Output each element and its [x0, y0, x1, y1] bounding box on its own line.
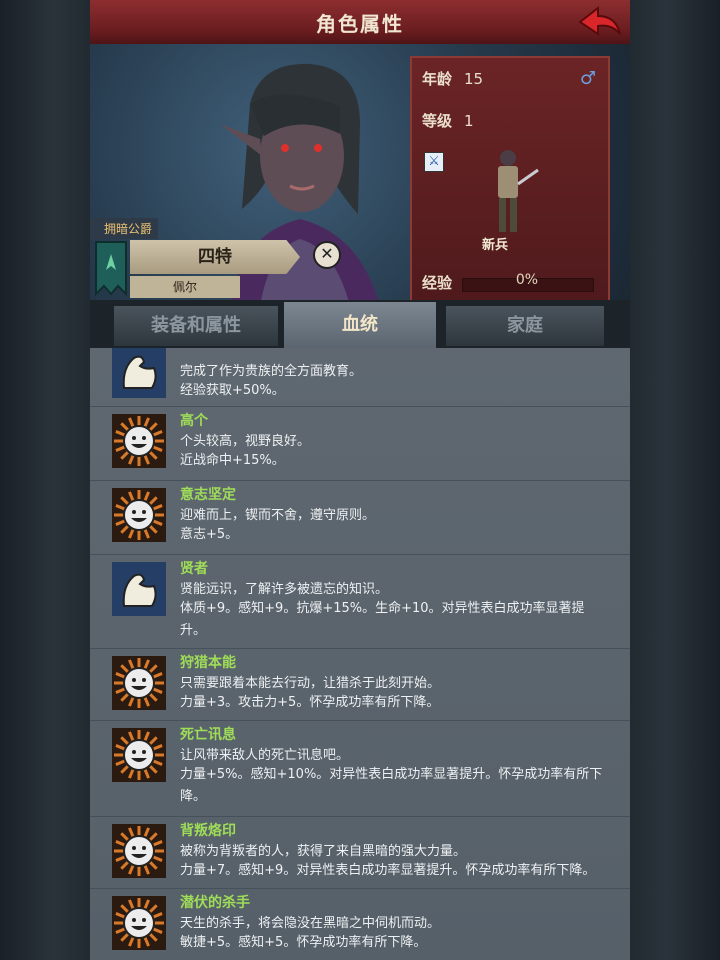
trait-description: 天生的杀手，将会隐没在黑暗之中伺机而动。	[180, 916, 441, 931]
left-backdrop	[0, 0, 90, 960]
trait-description: 只需要跟着本能去行动，让猎杀于此刻开始。	[180, 676, 441, 691]
smile-icon	[112, 824, 166, 878]
page-title: 角色属性	[316, 12, 404, 36]
trait-name: 狩猎本能	[180, 655, 236, 671]
title-bar: 角色属性	[90, 0, 630, 46]
trait-description: 被称为背叛者的人，获得了来自黑暗的强大力量。	[180, 844, 467, 859]
trait-effect: 近战命中+15%。	[180, 453, 285, 468]
trait-name: 背叛烙印	[180, 823, 236, 839]
noble-title-badge: 拥暗公爵	[90, 218, 159, 239]
trait-row[interactable]: 死亡讯息让风带来敌人的死亡讯息吧。力量+5%。感知+10%。对异性表白成功率显著…	[90, 720, 630, 817]
exp-percent: 0%	[515, 272, 539, 288]
trait-name: 潜伏的杀手	[180, 895, 250, 911]
trait-effect: 敏捷+5。感知+5。怀孕成功率有所下降。	[180, 935, 427, 950]
back-arrow-icon	[578, 5, 621, 36]
tab-family[interactable]: 家庭	[446, 306, 604, 346]
trait-row[interactable]: 高个个头较高，视野良好。 近战命中+15%。	[90, 406, 630, 481]
sword-class-icon[interactable]: ⚔	[424, 152, 444, 172]
right-backdrop	[630, 0, 720, 960]
age-value: 15	[464, 70, 484, 88]
character-attributes-screen: 角色属性 拥暗公爵 四特 佩尔 ✕ 年龄 15 ♂ 等级 1 ⚔ 新兵 经验 0…	[90, 0, 630, 960]
level-label: 等级	[422, 112, 453, 130]
trait-row[interactable]: 潜伏的杀手天生的杀手，将会隐没在黑暗之中伺机而动。 敏捷+5。感知+5。怀孕成功率…	[90, 888, 630, 960]
smile-icon	[112, 728, 166, 782]
trait-description: 迎难而上，锲而不舍，遵守原则。	[180, 508, 376, 523]
arm-icon	[112, 348, 166, 398]
trait-name: 死亡讯息	[180, 727, 236, 743]
recruit-figure	[498, 150, 539, 232]
trait-description: 完成了作为贵族的全方面教育。	[180, 364, 363, 379]
trait-row[interactable]: 完成了作为贵族的全方面教育。 经验获取+50%。	[90, 348, 630, 407]
trait-effect: 意志+5。	[180, 527, 239, 542]
level-value: 1	[464, 112, 474, 130]
character-name[interactable]: 四特	[130, 240, 300, 274]
banner-icon	[95, 241, 127, 296]
level-row: 等级 1	[422, 110, 474, 131]
trait-effect: 力量+5%。感知+10%。对异性表白成功率显著提升。怀孕成功率有所下降。	[180, 767, 603, 804]
trait-effect: 经验获取+50%。	[180, 383, 285, 398]
trait-effect: 力量+3。攻击力+5。怀孕成功率有所下降。	[180, 695, 440, 710]
male-icon: ♂	[579, 68, 596, 89]
age-label: 年龄	[422, 70, 453, 88]
trait-row[interactable]: 狩猎本能只需要跟着本能去行动，让猎杀于此刻开始。 力量+3。攻击力+5。怀孕成功率…	[90, 648, 630, 721]
trait-description: 让风带来敌人的死亡讯息吧。	[180, 748, 350, 763]
smile-icon	[112, 488, 166, 542]
exp-label: 经验	[422, 274, 453, 292]
unit-type-label: 新兵	[482, 238, 509, 253]
smile-icon	[112, 656, 166, 710]
close-icon[interactable]: ✕	[313, 241, 341, 269]
age-row: 年龄 15	[422, 68, 483, 89]
trait-row[interactable]: 背叛烙印被称为背叛者的人，获得了来自黑暗的强大力量。力量+7。感知+9。对异性表…	[90, 816, 630, 889]
trait-row[interactable]: 意志坚定迎难而上，锲而不舍，遵守原则。 意志+5。	[90, 480, 630, 555]
back-button[interactable]	[576, 4, 622, 40]
trait-effect: 力量+7。感知+9。对异性表白成功率显著提升。怀孕成功率有所下降。	[180, 863, 596, 878]
smile-icon	[112, 896, 166, 950]
tab-equipment-attributes[interactable]: 装备和属性	[114, 306, 278, 346]
trait-name: 贤者	[180, 561, 208, 577]
trait-name: 意志坚定	[180, 487, 236, 503]
arm-icon	[112, 562, 166, 616]
trait-list[interactable]: 完成了作为贵族的全方面教育。 经验获取+50%。 高个 个头较高，视野良好。 近战命中+…	[90, 348, 630, 960]
character-header: 拥暗公爵 四特 佩尔 ✕ 年龄 15 ♂ 等级 1 ⚔ 新兵 经验 0%	[90, 44, 630, 306]
trait-description: 贤能远识，了解许多被遗忘的知识。	[180, 582, 389, 597]
trait-name: 高个	[180, 413, 208, 429]
trait-description: 个头较高，视野良好。	[180, 434, 311, 449]
tab-bar: 装备和属性 血统 家庭	[90, 300, 630, 348]
character-surname: 佩尔	[130, 276, 240, 298]
stats-panel: 年龄 15 ♂ 等级 1 ⚔ 新兵 经验 0%	[410, 56, 610, 306]
tab-bloodline[interactable]: 血统	[284, 302, 436, 348]
trait-row[interactable]: 贤者贤能远识，了解许多被遗忘的知识。体质+9。感知+9。抗爆+15%。生命+10…	[90, 554, 630, 649]
smile-icon	[112, 414, 166, 468]
trait-effect: 体质+9。感知+9。抗爆+15%。生命+10。对异性表白成功率显著提升。	[180, 601, 585, 638]
